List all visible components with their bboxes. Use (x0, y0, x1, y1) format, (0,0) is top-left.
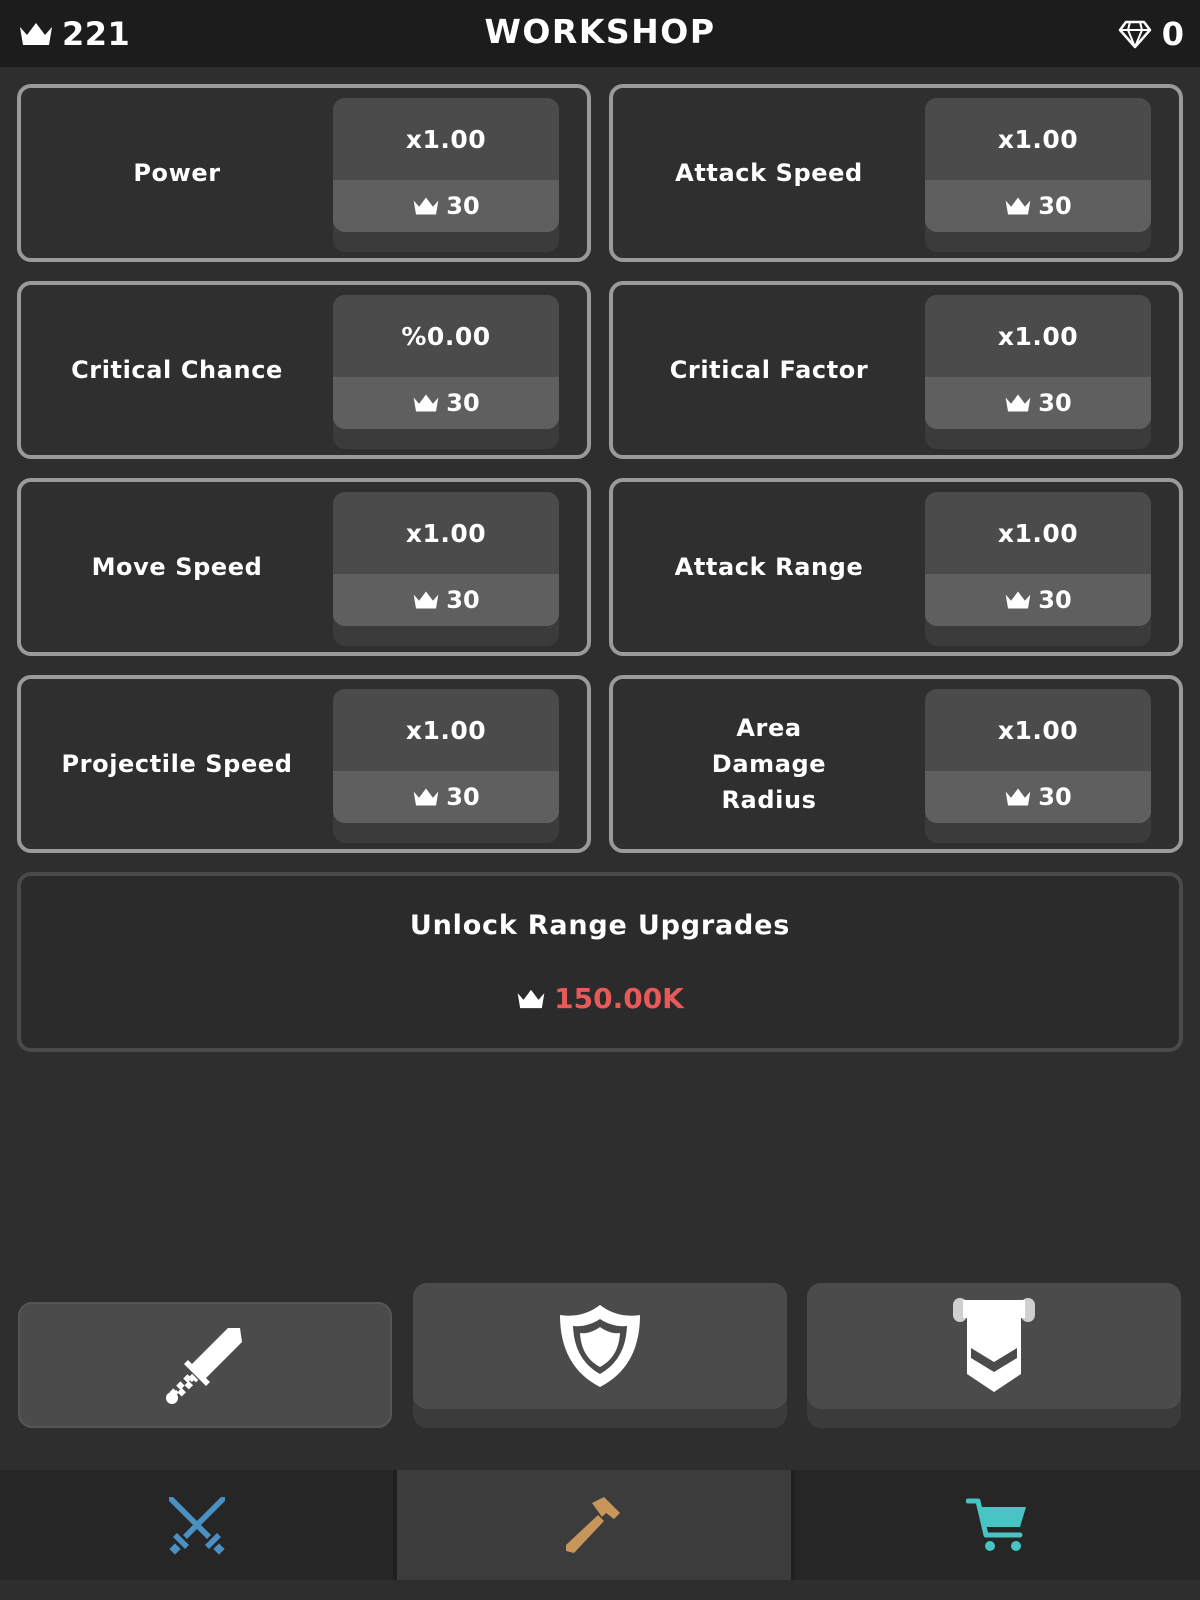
crown-icon (413, 197, 439, 215)
crown-icon (1005, 394, 1031, 412)
upgrade-card-critical-chance: Critical Chance %0.00 30 (17, 281, 591, 459)
upgrade-name: Attack Speed (675, 159, 863, 187)
upgrade-cost: 30 (333, 377, 559, 429)
upgrade-name: Area Damage Radius (711, 714, 827, 814)
upgrade-button-critical-factor[interactable]: x1.00 30 (925, 295, 1151, 449)
upgrade-card-move-speed: Move Speed x1.00 30 (17, 478, 591, 656)
upgrade-cost-amount: 30 (1038, 586, 1072, 614)
nav-tab-shop[interactable] (795, 1470, 1200, 1580)
upgrade-card-critical-factor: Critical Factor x1.00 30 (609, 281, 1183, 459)
upgrade-value: %0.00 (401, 321, 491, 351)
upgrade-button-attack-range[interactable]: x1.00 30 (925, 492, 1151, 646)
upgrade-card-attack-speed: Attack Speed x1.00 30 (609, 84, 1183, 262)
top-bar: 221 WORKSHOP 0 (0, 0, 1200, 67)
upgrade-grid: Power x1.00 30 Attack Speed x1.00 30 Cri… (17, 84, 1183, 853)
cart-icon (965, 1498, 1026, 1551)
unlock-price: 150.00K (554, 982, 684, 1015)
upgrade-button-critical-chance[interactable]: %0.00 30 (333, 295, 559, 449)
upgrade-button-move-speed[interactable]: x1.00 30 (333, 492, 559, 646)
crown-icon (413, 591, 439, 609)
upgrade-value: x1.00 (997, 321, 1079, 351)
upgrade-button-power[interactable]: x1.00 30 (333, 98, 559, 252)
upgrade-value: x1.00 (997, 715, 1079, 745)
unlock-range-upgrades-button[interactable]: Unlock Range Upgrades 150.00K (17, 872, 1183, 1052)
upgrade-cost: 30 (333, 180, 559, 232)
upgrade-cost: 30 (925, 574, 1151, 626)
upgrade-value: x1.00 (405, 518, 487, 548)
upgrade-button-area-damage-radius[interactable]: x1.00 30 (925, 689, 1151, 843)
shield-icon (560, 1305, 640, 1387)
gem-balance: 0 (1118, 14, 1184, 54)
category-attack-button[interactable] (18, 1302, 392, 1428)
gem-icon (1118, 20, 1151, 49)
upgrade-name: Critical Factor (669, 356, 869, 384)
page-title: WORKSHOP (484, 12, 716, 51)
upgrade-cost-amount: 30 (1038, 389, 1072, 417)
upgrade-cost: 30 (333, 771, 559, 823)
crossed-swords-icon (168, 1497, 225, 1555)
upgrade-cost-amount: 30 (446, 389, 480, 417)
upgrade-cost-amount: 30 (1038, 783, 1072, 811)
upgrade-name: Critical Chance (71, 356, 283, 384)
sword-icon (166, 1328, 242, 1404)
crown-icon (1005, 591, 1031, 609)
upgrade-button-projectile-speed[interactable]: x1.00 30 (333, 689, 559, 843)
unlock-cost: 150.00K (21, 982, 1179, 1015)
banner-icon (953, 1298, 1035, 1392)
upgrade-cost: 30 (333, 574, 559, 626)
upgrade-name: Attack Range (674, 553, 864, 581)
upgrade-card-area-damage-radius: Area Damage Radius x1.00 30 (609, 675, 1183, 853)
bottom-nav (0, 1470, 1200, 1580)
crown-icon (1005, 788, 1031, 806)
upgrade-cost: 30 (925, 771, 1151, 823)
upgrade-value: x1.00 (405, 715, 487, 745)
category-defense-button[interactable] (413, 1283, 787, 1428)
upgrade-name: Projectile Speed (61, 750, 293, 778)
crown-icon (413, 394, 439, 412)
category-utility-button[interactable] (807, 1283, 1181, 1428)
upgrade-card-attack-range: Attack Range x1.00 30 (609, 478, 1183, 656)
nav-tab-battle[interactable] (0, 1470, 393, 1580)
upgrade-name: Power (133, 159, 221, 187)
crown-icon (517, 989, 545, 1008)
crown-icon (413, 788, 439, 806)
unlock-title: Unlock Range Upgrades (409, 910, 791, 941)
upgrade-cost-amount: 30 (446, 783, 480, 811)
hammer-icon (566, 1497, 620, 1553)
upgrade-cost-amount: 30 (446, 586, 480, 614)
upgrade-cost: 30 (925, 180, 1151, 232)
upgrade-cost-amount: 30 (1038, 192, 1072, 220)
upgrade-cost-amount: 30 (446, 192, 480, 220)
crown-icon (1005, 197, 1031, 215)
upgrade-name: Move Speed (91, 553, 263, 581)
upgrade-card-power: Power x1.00 30 (17, 84, 591, 262)
gem-amount: 0 (1161, 15, 1184, 53)
upgrade-card-projectile-speed: Projectile Speed x1.00 30 (17, 675, 591, 853)
nav-tab-workshop[interactable] (397, 1470, 791, 1580)
upgrade-value: x1.00 (405, 124, 487, 154)
upgrade-value: x1.00 (997, 518, 1079, 548)
upgrade-cost: 30 (925, 377, 1151, 429)
upgrade-value: x1.00 (997, 124, 1079, 154)
upgrade-button-attack-speed[interactable]: x1.00 30 (925, 98, 1151, 252)
